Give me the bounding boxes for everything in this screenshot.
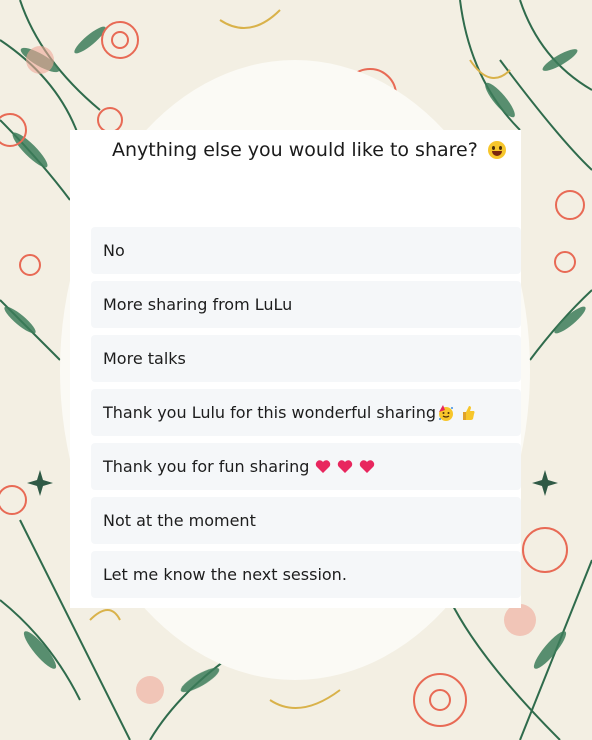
- answer-item[interactable]: More sharing from LuLu: [91, 281, 521, 328]
- heart-icon: [360, 459, 375, 473]
- heart-icon: [316, 459, 331, 473]
- answer-item[interactable]: Let me know the next session.: [91, 551, 521, 598]
- answer-list: No More sharing from LuLu More talks Tha…: [91, 227, 521, 605]
- question-title: Anything else you would like to share?: [112, 138, 512, 162]
- answer-item[interactable]: Not at the moment: [91, 497, 521, 544]
- party-face-icon: [439, 404, 454, 421]
- answer-label: Not at the moment: [103, 511, 256, 530]
- answer-label: Let me know the next session.: [103, 565, 347, 584]
- answer-item[interactable]: No: [91, 227, 521, 274]
- thumbs-up-icon: [463, 405, 475, 420]
- answer-label: More talks: [103, 349, 186, 368]
- answer-item[interactable]: Thank you Lulu for this wonderful sharin…: [91, 389, 521, 436]
- answer-label: Thank you Lulu for this wonderful sharin…: [103, 403, 437, 422]
- answer-label: No: [103, 241, 125, 260]
- grinning-face-icon: [487, 141, 506, 159]
- heart-icon: [338, 459, 353, 473]
- answer-item[interactable]: Thank you for fun sharing: [91, 443, 521, 490]
- survey-card: Anything else you would like to share? N…: [70, 130, 521, 608]
- answer-label: Thank you for fun sharing: [103, 457, 310, 476]
- answer-label: More sharing from LuLu: [103, 295, 293, 314]
- answer-item[interactable]: More talks: [91, 335, 521, 382]
